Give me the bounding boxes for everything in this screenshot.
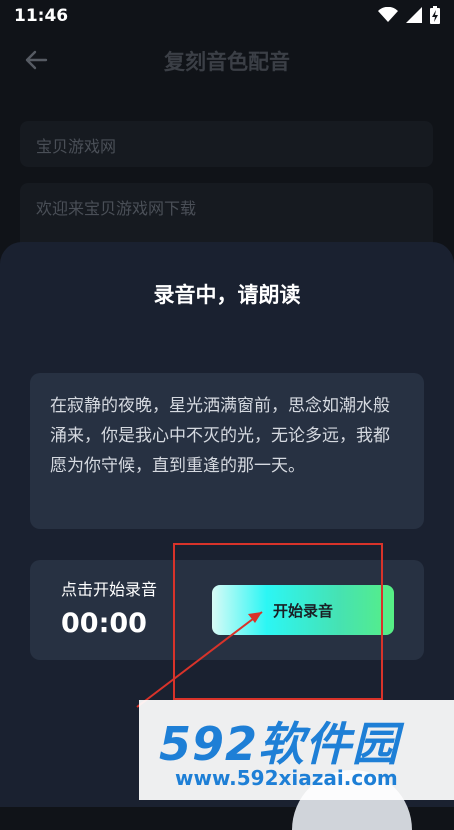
watermark: 592软件园 www.592xiazai.com — [139, 700, 454, 800]
annotation-arrow — [136, 611, 263, 708]
watermark-url: www.592xiazai.com — [175, 766, 398, 790]
watermark-logo: 592软件园 — [159, 717, 400, 771]
